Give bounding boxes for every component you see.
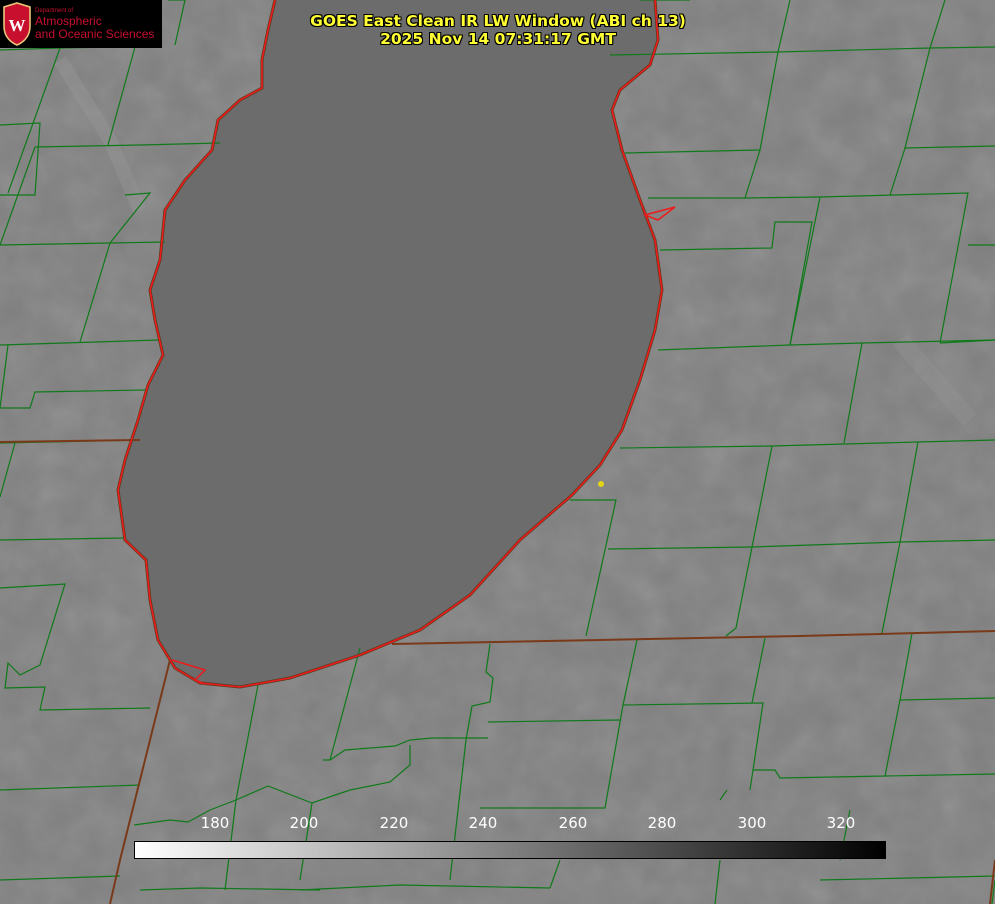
colorbar-tick-label: 320 bbox=[826, 814, 856, 832]
colorbar-tick-label: 180 bbox=[200, 814, 230, 832]
uw-aos-logo: W Department of Atmospheric and Oceanic … bbox=[0, 0, 162, 48]
station-marker bbox=[598, 481, 604, 487]
colorbar-tick-label: 220 bbox=[379, 814, 409, 832]
colorbar-tick-labels: 180 200 220 240 260 280 300 320 bbox=[0, 814, 995, 834]
colorbar-tick-label: 200 bbox=[289, 814, 319, 832]
satellite-map bbox=[0, 0, 995, 904]
colorbar-tick-label: 240 bbox=[468, 814, 498, 832]
logo-seal-letter: W bbox=[9, 16, 26, 35]
title-line1: GOES East Clean IR LW Window (ABI ch 13) bbox=[310, 12, 686, 30]
title-line2: 2025 Nov 14 07:31:17 GMT bbox=[380, 30, 616, 48]
temperature-colorbar bbox=[134, 841, 886, 859]
logo-line2: and Oceanic Sciences bbox=[35, 27, 155, 41]
uw-crest-icon: W bbox=[3, 2, 31, 46]
colorbar-tick-label: 260 bbox=[558, 814, 588, 832]
image-title: GOES East Clean IR LW Window (ABI ch 13)… bbox=[298, 12, 698, 48]
colorbar-tick-label: 300 bbox=[737, 814, 767, 832]
colorbar-tick-label: 280 bbox=[647, 814, 677, 832]
